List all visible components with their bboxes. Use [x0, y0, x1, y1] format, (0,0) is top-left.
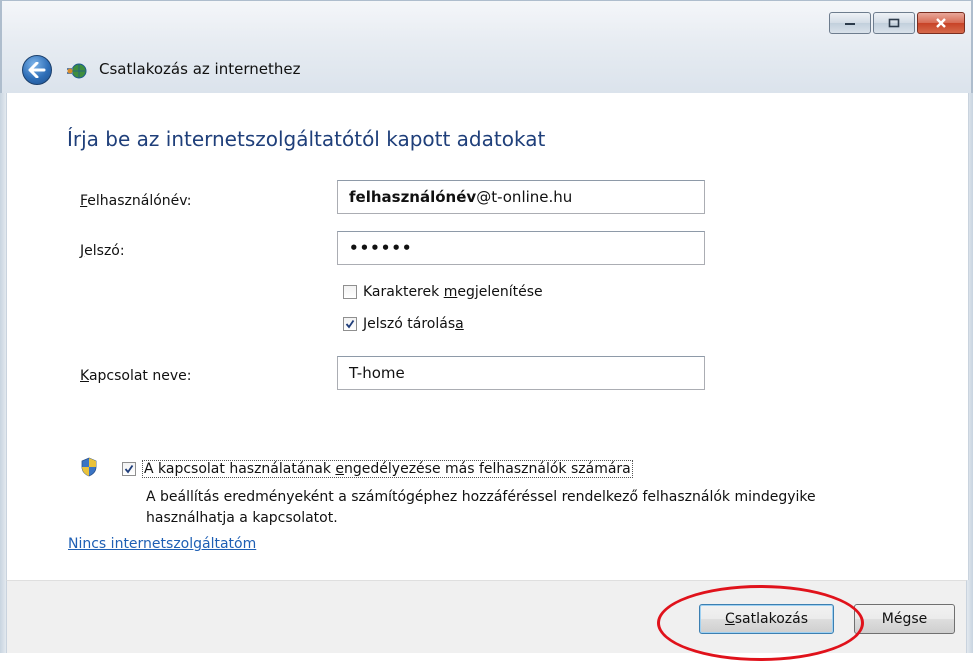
remember-password-box[interactable]: [343, 317, 357, 331]
maximize-button[interactable]: [873, 12, 915, 34]
caption-buttons: [829, 12, 965, 34]
connect-button-label: satlakozás: [734, 611, 808, 627]
minimize-button[interactable]: [829, 12, 871, 34]
back-arrow-icon: [28, 62, 46, 78]
connect-to-internet-window: Csatlakozás az internethez Írja be az in…: [0, 0, 973, 661]
show-characters-box[interactable]: [343, 285, 357, 299]
checkmark-icon: [124, 464, 134, 474]
description-line-1: A beállítás eredményeként a számítógéphe…: [146, 489, 816, 505]
page-heading: Írja be az internetszolgáltatótól kapott…: [67, 127, 546, 151]
uac-shield-icon: [81, 457, 97, 477]
allow-other-users-box[interactable]: [122, 462, 136, 476]
no-isp-link[interactable]: Nincs internetszolgáltatóm: [68, 536, 256, 552]
back-button[interactable]: [22, 55, 52, 85]
connect-button[interactable]: Csatlakozás: [699, 604, 834, 634]
network-globe-icon: [67, 63, 87, 79]
window-title: Csatlakozás az internethez: [99, 60, 301, 78]
username-label: Felhasználónév:: [80, 193, 192, 209]
allow-other-users-checkbox[interactable]: A kapcsolat használatának engedélyezése …: [122, 460, 633, 478]
maximize-icon: [888, 18, 900, 28]
remember-password-label: Jelszó tárolása: [363, 316, 464, 332]
remember-password-checkbox[interactable]: Jelszó tárolása: [343, 316, 464, 332]
connection-name-label-accel: K: [80, 368, 89, 384]
password-label: Jelszó:: [80, 243, 125, 259]
description-line-2: használhatja a kapcsolatot.: [146, 510, 338, 526]
show-characters-label: Karakterek megjelenítése: [363, 284, 543, 300]
password-label-text: elszó:: [84, 243, 125, 259]
connection-name-input[interactable]: T-home: [337, 356, 705, 390]
username-value-name: felhasználónév: [349, 188, 477, 206]
cancel-button[interactable]: Mégse: [854, 604, 955, 634]
close-button[interactable]: [917, 12, 965, 34]
allow-other-users-description: A beállítás eredményeként a számítógéphe…: [146, 487, 946, 529]
show-characters-checkbox[interactable]: Karakterek megjelenítése: [343, 284, 543, 300]
connect-button-accel: C: [724, 611, 735, 627]
connection-name-label: Kapcsolat neve:: [80, 368, 191, 384]
username-value-domain: @t-online.hu: [476, 188, 573, 206]
minimize-icon: [845, 23, 855, 25]
close-icon: [936, 18, 946, 28]
title-bar: [0, 0, 973, 93]
allow-other-users-label: A kapcsolat használatának engedélyezése …: [142, 460, 633, 478]
connection-name-label-text: apcsolat neve:: [88, 368, 192, 384]
username-input[interactable]: felhasználónév@t-online.hu: [337, 180, 705, 214]
checkmark-icon: [345, 319, 355, 329]
username-label-text: elhasználónév:: [87, 193, 192, 209]
password-input[interactable]: ••••••: [337, 231, 705, 265]
